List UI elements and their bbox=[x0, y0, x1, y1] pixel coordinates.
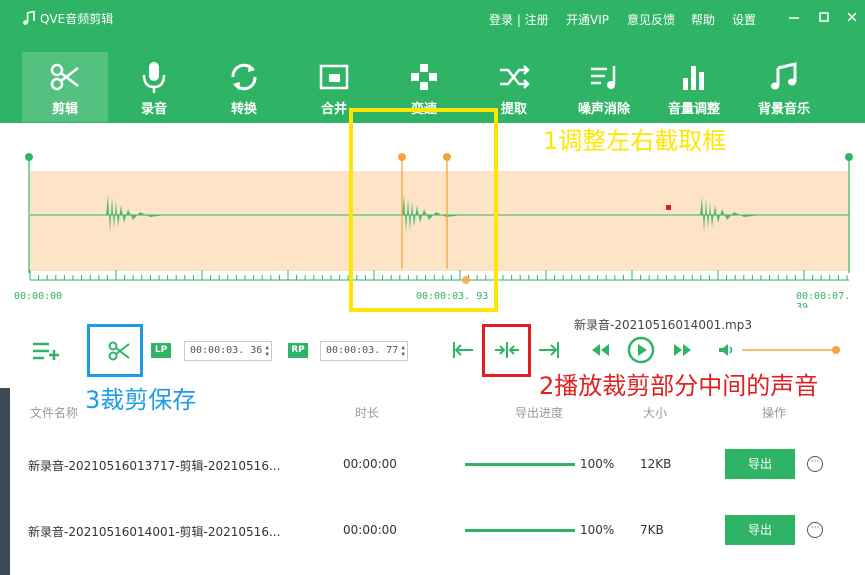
lp-time-value: 00:00:03. 36 bbox=[190, 345, 263, 356]
play-icon[interactable] bbox=[627, 336, 655, 364]
range-end-handle bbox=[845, 153, 853, 161]
main-toolbar: 剪辑 录音 转换 合并 变速 提取 噪声消除 音量调整 背景音乐 bbox=[0, 52, 865, 122]
speed-icon bbox=[411, 64, 437, 90]
rp-time-input[interactable]: 00:00:03. 77 ▲ ▼ bbox=[320, 341, 408, 361]
more-options-icon[interactable]: ··· bbox=[807, 522, 823, 538]
merge-icon bbox=[319, 64, 349, 90]
col-header-size: 大小 bbox=[643, 406, 668, 420]
waveform-area[interactable]: 00:00:00 00:00:03. 93 00:00:07. 39 bbox=[0, 123, 865, 313]
play-middle-icon[interactable] bbox=[494, 341, 520, 359]
tool-label: 噪声消除 bbox=[577, 102, 630, 117]
lp-spinner-icon[interactable]: ▲ ▼ bbox=[265, 344, 269, 358]
rp-tag: RP bbox=[288, 343, 308, 358]
convert-icon bbox=[231, 63, 257, 91]
fast-forward-icon[interactable] bbox=[673, 343, 693, 357]
col-header-progress: 导出进度 bbox=[515, 406, 564, 420]
microphone-icon bbox=[142, 62, 166, 93]
minimize-icon[interactable] bbox=[786, 9, 802, 25]
table-row[interactable]: 新录音-20210516014001-剪辑-20210516... 00:00:… bbox=[10, 496, 865, 562]
table-row[interactable]: 新录音-20210516013717-剪辑-20210516... 00:00:… bbox=[10, 430, 865, 496]
ruler-position-dot bbox=[462, 276, 470, 284]
export-progress-bar bbox=[465, 529, 575, 532]
speaker-icon[interactable] bbox=[718, 343, 734, 357]
tool-bgm[interactable]: 背景音乐 bbox=[741, 52, 827, 122]
export-progress-bar bbox=[465, 463, 575, 466]
tool-convert[interactable]: 转换 bbox=[201, 52, 287, 122]
more-options-icon[interactable]: ··· bbox=[807, 456, 823, 472]
tool-label: 合并 bbox=[320, 102, 347, 117]
rp-spinner-icon[interactable]: ▲ ▼ bbox=[401, 344, 405, 358]
extract-icon bbox=[500, 65, 530, 89]
header: QVE音频剪辑 登录 | 注册 开通VIP 意见反馈 帮助 设置 剪辑 录音 转… bbox=[0, 0, 865, 123]
music-note-icon bbox=[23, 11, 35, 25]
progress-label: 100% bbox=[580, 457, 615, 471]
volume-bars-icon bbox=[683, 66, 704, 90]
vip-link[interactable]: 开通VIP bbox=[566, 11, 609, 28]
app-window: QVE音频剪辑 登录 | 注册 开通VIP 意见反馈 帮助 设置 剪辑 录音 转… bbox=[0, 0, 865, 575]
feedback-link[interactable]: 意见反馈 bbox=[627, 11, 675, 28]
progress-label: 100% bbox=[580, 523, 615, 537]
file-duration: 00:00:00 bbox=[343, 523, 397, 537]
waveform-canvas[interactable] bbox=[0, 123, 865, 308]
cut-save-button[interactable] bbox=[107, 339, 131, 363]
file-size: 12KB bbox=[640, 457, 672, 471]
settings-link[interactable]: 设置 bbox=[732, 11, 756, 28]
range-start-handle bbox=[25, 153, 33, 161]
lp-time-input[interactable]: 00:00:03. 36 ▲ ▼ bbox=[184, 341, 272, 361]
tool-merge[interactable]: 合并 bbox=[291, 52, 377, 122]
music-note-icon bbox=[771, 62, 797, 90]
tool-volume[interactable]: 音量调整 bbox=[651, 52, 737, 122]
login-register-link[interactable]: 登录 | 注册 bbox=[489, 11, 549, 28]
current-file-name: 新录音-20210516014001.mp3 bbox=[574, 318, 752, 332]
file-size: 7KB bbox=[640, 523, 664, 537]
lp-tag: LP bbox=[151, 343, 171, 358]
app-title: QVE音频剪辑 bbox=[40, 12, 114, 26]
file-name: 新录音-20210516014001-剪辑-20210516... bbox=[28, 525, 281, 539]
tool-label: 背景音乐 bbox=[757, 102, 810, 117]
tool-extract[interactable]: 提取 bbox=[471, 52, 557, 122]
tool-speed[interactable]: 变速 bbox=[381, 52, 467, 122]
annotation-adjust: 1调整左右截取框 bbox=[543, 127, 727, 155]
tool-record[interactable]: 录音 bbox=[111, 52, 197, 122]
selection-band bbox=[30, 171, 849, 271]
add-list-icon[interactable] bbox=[32, 341, 60, 361]
rewind-icon[interactable] bbox=[590, 343, 610, 357]
scissors-icon bbox=[50, 63, 79, 91]
col-header-duration: 时长 bbox=[355, 406, 380, 420]
rp-time-value: 00:00:03. 77 bbox=[326, 345, 399, 356]
volume-slider-handle bbox=[832, 346, 840, 354]
maximize-icon[interactable] bbox=[816, 9, 832, 25]
export-button[interactable]: 导出 bbox=[725, 449, 795, 479]
clip-right-handle bbox=[443, 153, 451, 161]
title-bar: QVE音频剪辑 登录 | 注册 开通VIP 意见反馈 帮助 设置 bbox=[0, 0, 865, 36]
tool-noise[interactable]: 噪声消除 bbox=[561, 52, 647, 122]
close-icon[interactable] bbox=[844, 9, 860, 25]
file-duration: 00:00:00 bbox=[343, 457, 397, 471]
tool-label: 录音 bbox=[140, 102, 167, 117]
tool-label: 剪辑 bbox=[51, 102, 78, 117]
tool-label: 音量调整 bbox=[667, 102, 720, 117]
tool-edit[interactable]: 剪辑 bbox=[22, 52, 108, 122]
help-link[interactable]: 帮助 bbox=[691, 11, 715, 28]
volume-slider[interactable] bbox=[740, 344, 845, 356]
jump-to-start-icon[interactable] bbox=[452, 341, 474, 359]
tool-label: 变速 bbox=[410, 102, 437, 117]
file-name: 新录音-20210516013717-剪辑-20210516... bbox=[28, 459, 281, 473]
col-header-actions: 操作 bbox=[762, 406, 787, 420]
tool-label: 提取 bbox=[500, 102, 527, 117]
clip-left-handle bbox=[398, 153, 406, 161]
annotation-save: 3裁剪保存 bbox=[85, 386, 197, 414]
ruler-ticks bbox=[29, 270, 848, 280]
col-header-filename: 文件名称 bbox=[30, 406, 79, 420]
playhead-marker bbox=[666, 205, 671, 210]
noise-icon bbox=[591, 66, 616, 89]
start-time-label: 00:00:00 bbox=[14, 291, 63, 302]
annotation-play-middle: 2播放裁剪部分中间的声音 bbox=[539, 372, 819, 400]
export-button[interactable]: 导出 bbox=[725, 515, 795, 545]
marker-time-label: 00:00:03. 93 bbox=[416, 291, 489, 302]
tool-label: 转换 bbox=[230, 102, 257, 117]
export-list: 文件名称 时长 导出进度 大小 操作 新录音-20210516013717-剪辑… bbox=[10, 390, 865, 575]
jump-to-end-icon[interactable] bbox=[538, 341, 560, 359]
